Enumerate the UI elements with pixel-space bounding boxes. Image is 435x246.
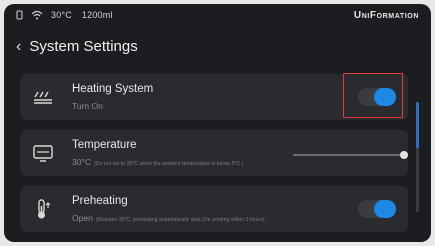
monitor-icon <box>32 142 54 164</box>
temperature-slider-thumb[interactable] <box>400 151 408 159</box>
scrollbar[interactable] <box>416 102 419 212</box>
setting-preheating[interactable]: Preheating Open (Maintain 30°C, preheatin… <box>20 186 408 232</box>
status-temperature: 30°C <box>51 10 72 20</box>
temperature-subtitle: 30°C (Do not set to 30°C when the ambient… <box>72 157 243 167</box>
setting-temperature[interactable]: Temperature 30°C (Do not set to 30°C when… <box>20 130 408 176</box>
usb-icon <box>16 10 23 20</box>
temperature-value: 30°C <box>72 157 91 167</box>
temperature-title: Temperature <box>72 139 137 151</box>
status-volume: 1200ml <box>81 10 113 20</box>
highlight-box <box>343 73 403 118</box>
status-bar: 30°C 1200ml UniFormation <box>4 4 431 26</box>
heating-lines-icon <box>32 86 54 108</box>
temperature-slider-track[interactable] <box>293 154 403 156</box>
preheating-toggle[interactable] <box>358 200 396 218</box>
preheating-title: Preheating <box>72 195 128 207</box>
device-screen: 30°C 1200ml UniFormation ‹ System Settin… <box>4 4 431 242</box>
back-chevron-icon[interactable]: ‹ <box>16 38 21 55</box>
preheating-value: Open <box>72 213 93 223</box>
settings-list: Heating System Turn On Temperature 30°C(… <box>20 73 420 242</box>
toggle-knob <box>374 200 396 218</box>
thermometer-icon <box>32 198 54 220</box>
preheating-subtitle: Open (Maintain 30°C, preheating automatic… <box>72 213 265 223</box>
brand-logo: UniFormation <box>353 9 419 21</box>
preheating-note: (Maintain 30°C, preheating automatically… <box>95 217 265 223</box>
scrollbar-thumb[interactable] <box>416 102 419 148</box>
setting-heating-system[interactable]: Heating System Turn On <box>20 73 408 120</box>
page-title: System Settings <box>29 38 138 55</box>
heating-system-title: Heating System <box>72 83 154 95</box>
temperature-note: (Do not set to 30°C when the ambient tem… <box>94 161 244 167</box>
wifi-icon <box>31 10 43 20</box>
page-header[interactable]: ‹ System Settings <box>16 38 138 55</box>
heating-system-status: Turn On <box>72 101 103 111</box>
